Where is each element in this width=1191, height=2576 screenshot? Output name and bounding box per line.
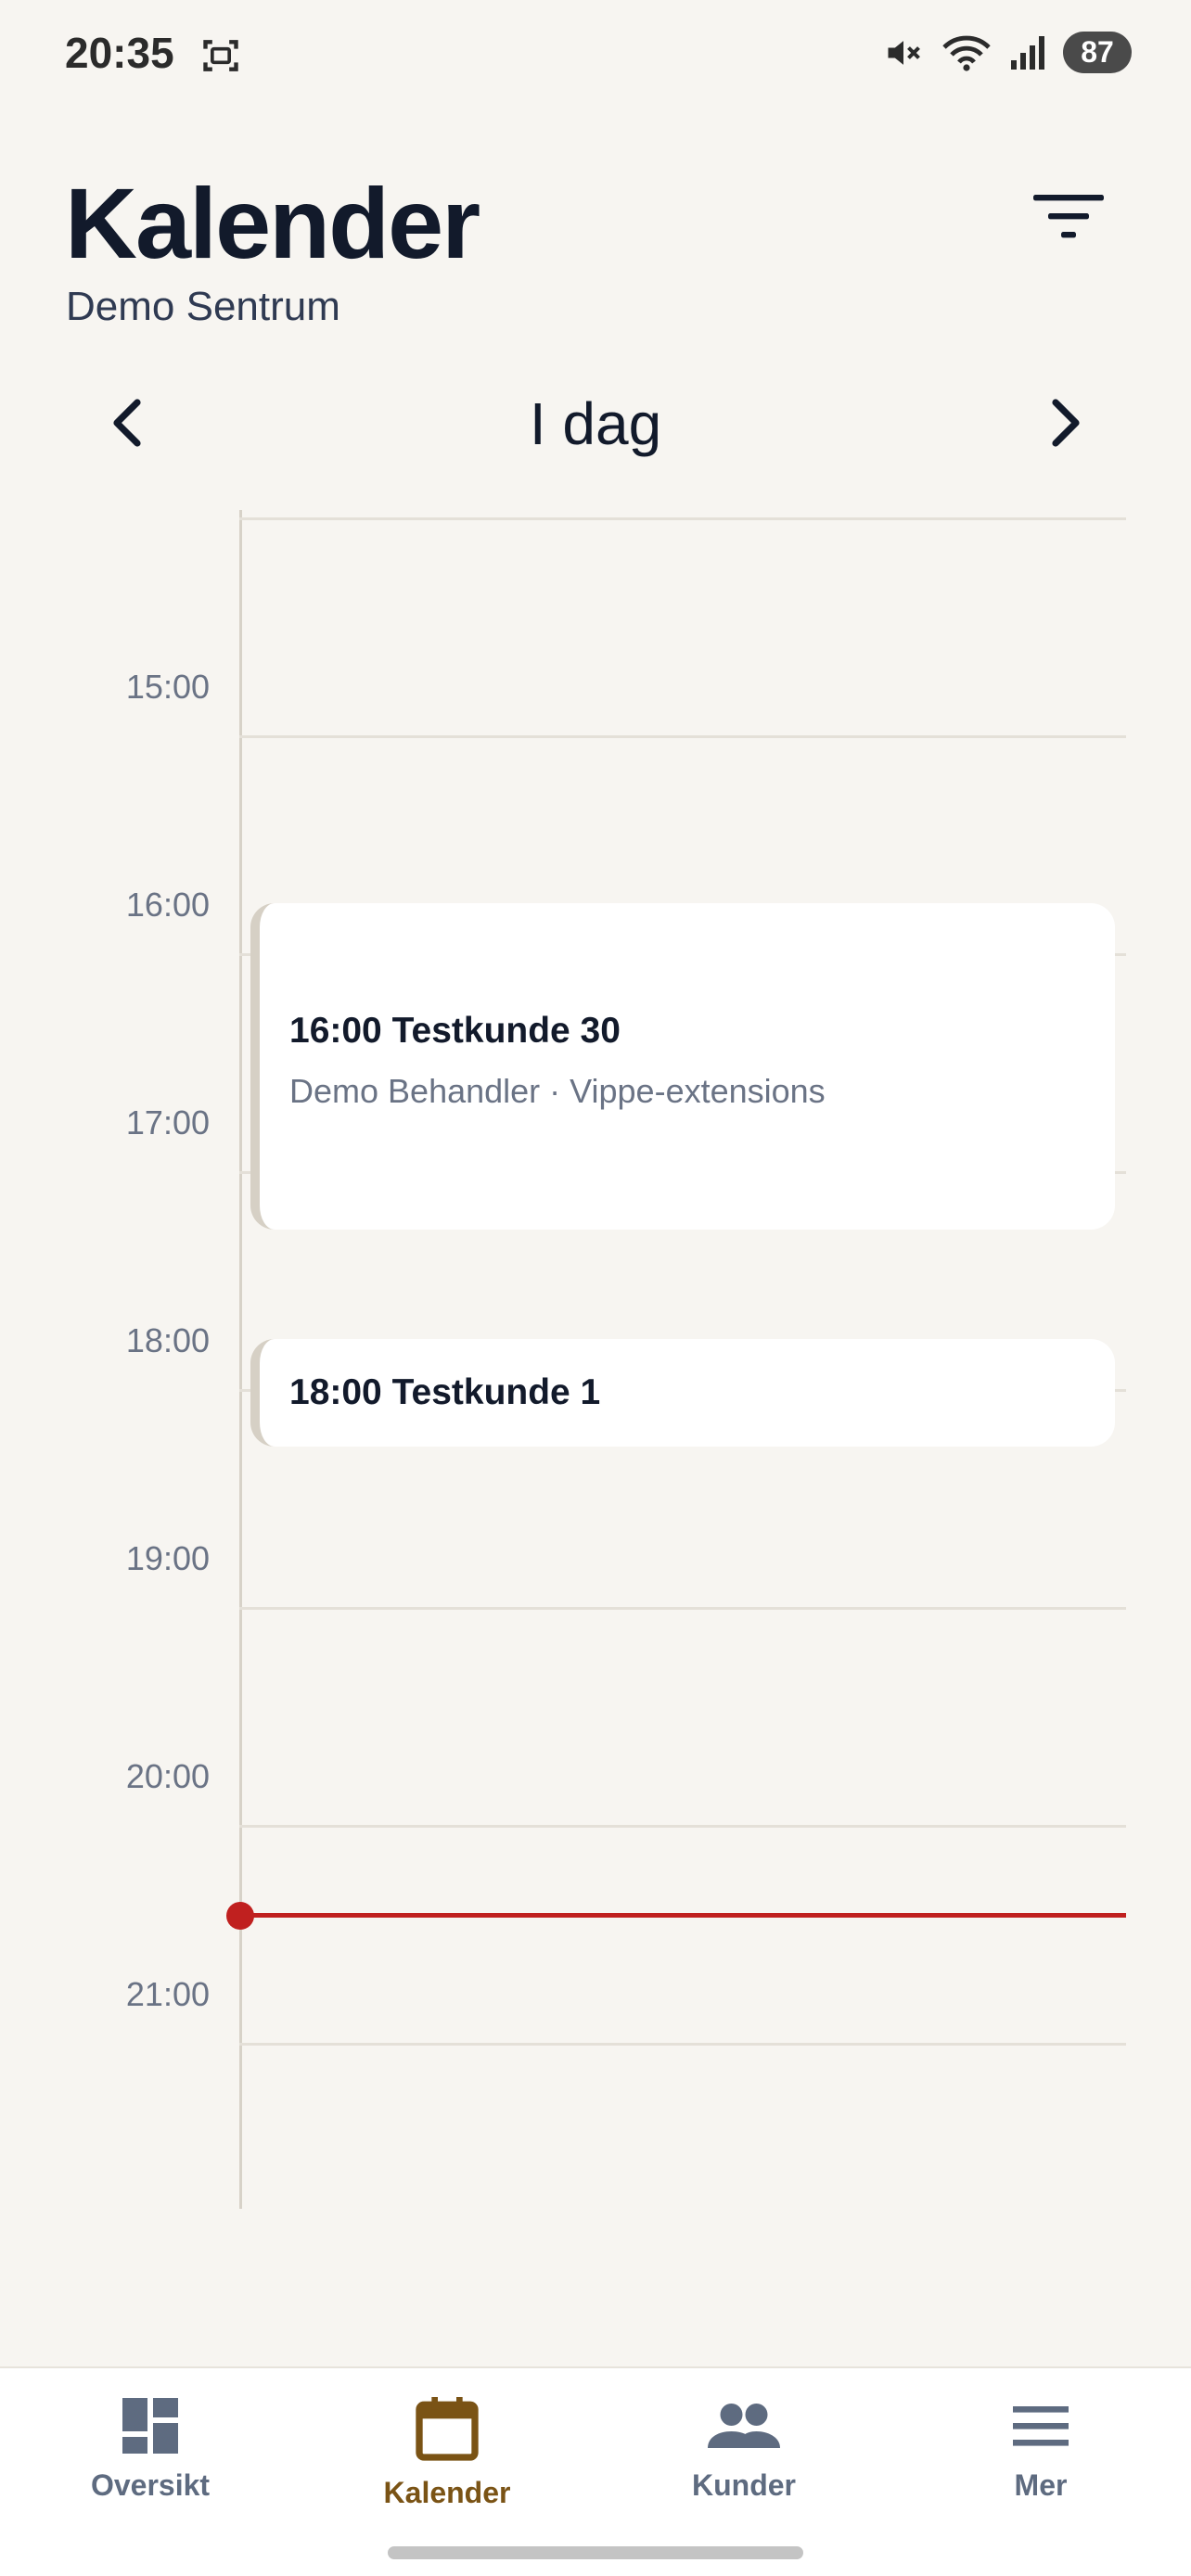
hour-label: 20:00 <box>125 1757 210 1795</box>
appointment-details: Demo Behandler · Vippe-extensions <box>289 1072 826 1110</box>
nav-label: Oversikt <box>90 2468 211 2502</box>
nav-label: Kalender <box>383 2476 511 2509</box>
day-timeline[interactable]: 15:00 16:00 17:00 18:00 19:00 20:00 21:0… <box>0 510 1191 2209</box>
nav-label: Mer <box>1014 2468 1068 2502</box>
status-bar: 20:35 87 <box>0 0 1191 111</box>
hour-gridline <box>239 2043 1126 2046</box>
next-day-button[interactable] <box>1030 386 1104 460</box>
current-time-dot <box>226 1902 254 1930</box>
status-icons: 87 <box>883 32 1132 73</box>
home-indicator[interactable] <box>388 2546 803 2559</box>
appointment-card[interactable]: 16:00 Testkunde 30 Demo Behandler · Vipp… <box>250 903 1115 1230</box>
hour-label: 18:00 <box>125 1321 210 1359</box>
timeline-axis <box>239 510 242 2209</box>
nav-label: Kunder <box>692 2468 796 2502</box>
nav-tab-kalender[interactable]: Kalender <box>345 2392 549 2510</box>
location-subtitle: Demo Sentrum <box>66 284 340 329</box>
appointment-card[interactable]: 18:00 Testkunde 1 <box>250 1339 1115 1447</box>
nav-tab-oversikt[interactable]: Oversikt <box>48 2392 252 2503</box>
mute-icon <box>888 40 920 65</box>
hour-gridline <box>239 1825 1126 1828</box>
status-time: 20:35 <box>65 29 174 77</box>
hour-label: 15:00 <box>125 668 210 706</box>
menu-icon <box>1013 2406 1069 2446</box>
bottom-navigation: Oversikt Kalender Kunder Mer <box>0 2366 1191 2576</box>
hour-gridline <box>239 517 1126 520</box>
hour-gridline <box>239 735 1126 738</box>
page-title: Kalender <box>65 167 480 279</box>
hour-gridline <box>239 1607 1126 1610</box>
calendar-icon <box>416 2397 479 2461</box>
hour-label: 21:00 <box>125 1975 210 2013</box>
hour-label: 16:00 <box>125 886 210 924</box>
previous-day-button[interactable] <box>89 386 163 460</box>
chevron-right-icon <box>1052 399 1080 447</box>
appointment-title: 18:00 Testkunde 1 <box>289 1372 601 1412</box>
current-time-line <box>239 1913 1126 1918</box>
dashboard-icon <box>122 2398 178 2454</box>
people-icon <box>708 2404 780 2448</box>
appointment-title: 16:00 Testkunde 30 <box>289 1011 621 1051</box>
filter-button[interactable] <box>1024 182 1113 252</box>
current-date-label[interactable]: I dag <box>410 389 781 458</box>
filter-icon <box>1033 195 1104 238</box>
screenshot-icon <box>203 40 238 71</box>
wifi-icon <box>942 35 991 71</box>
signal-icon <box>1011 35 1044 70</box>
hour-label: 17:00 <box>125 1103 210 1141</box>
chevron-left-icon <box>113 399 141 447</box>
nav-tab-kunder[interactable]: Kunder <box>642 2392 846 2503</box>
hour-label: 19:00 <box>125 1539 210 1577</box>
nav-tab-mer[interactable]: Mer <box>939 2392 1143 2503</box>
battery-indicator: 87 <box>1063 32 1132 73</box>
